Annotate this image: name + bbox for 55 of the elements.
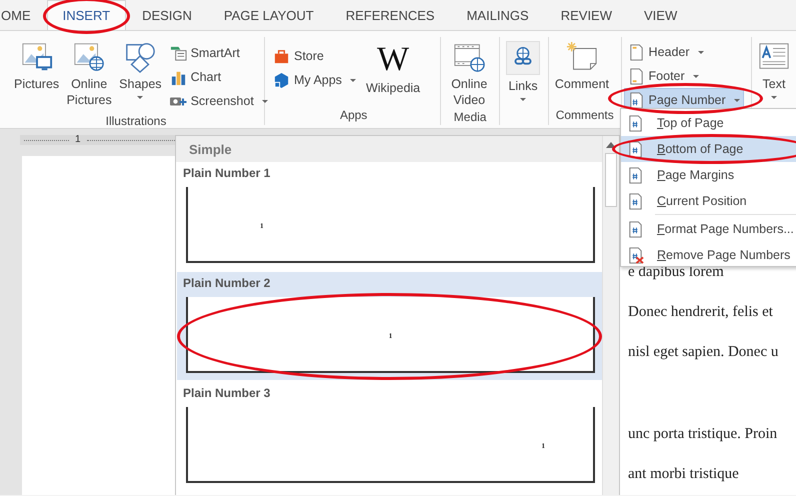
document-text: ant morbi tristique: [628, 465, 740, 484]
chart-button[interactable]: Chart: [166, 65, 272, 89]
shapes-icon: [124, 41, 156, 73]
picture-monitor-icon: [20, 41, 53, 73]
ribbon-tab[interactable]: VIEW: [628, 0, 694, 30]
menu-item[interactable]: Page Margins: [621, 162, 796, 188]
page-icon: [628, 68, 645, 84]
links-button[interactable]: Links: [502, 40, 544, 102]
globe-link-icon: [506, 41, 540, 75]
document-text: nisl eget sapien. Donec u: [628, 343, 780, 362]
wikipedia-button[interactable]: W Wikipedia: [362, 40, 424, 97]
pictures-button[interactable]: Pictures: [10, 40, 64, 93]
menu-item[interactable]: Format Page Numbers...: [621, 216, 796, 242]
menu-item[interactable]: Top of Page: [621, 110, 796, 136]
ribbon-command[interactable]: Footer: [624, 64, 703, 88]
ribbon-tab[interactable]: REFERENCES: [330, 0, 451, 30]
document-text: Donec hendrerit, felis et: [628, 303, 774, 322]
ribbon-command[interactable]: Header: [624, 40, 708, 64]
page-number-icon: [627, 140, 644, 158]
picture-globe-icon: [73, 41, 106, 73]
ruler-number: 1: [75, 135, 81, 145]
ribbon-tab[interactable]: OME: [0, 0, 47, 30]
group-label: Illustrations: [104, 113, 168, 130]
document-text: unc porta tristique. Proin: [628, 425, 778, 444]
online-pictures-button[interactable]: Online Pictures: [63, 40, 116, 109]
ribbon-tab[interactable]: MAILINGS: [450, 0, 545, 30]
menu-item[interactable]: Current Position: [621, 188, 796, 214]
ribbon-tab[interactable]: INSERT: [46, 0, 126, 30]
scroll-thumb[interactable]: [605, 153, 617, 207]
smartart-button[interactable]: SmartArt: [166, 41, 272, 65]
gallery-section-header: Simple: [176, 136, 602, 162]
shopping-bag-icon: [273, 48, 290, 64]
page-number-icon: [627, 114, 644, 132]
screenshot-button[interactable]: Screenshot: [166, 89, 272, 113]
group-label: Apps: [338, 107, 368, 124]
scroll-up-icon[interactable]: [606, 142, 616, 148]
page-icon: [628, 44, 645, 60]
cube-icon: [273, 72, 290, 88]
store-button[interactable]: Store: [269, 44, 360, 68]
group-label: Comments: [554, 107, 615, 124]
online-video-button[interactable]: Online Video: [443, 40, 496, 109]
scrollbar[interactable]: [602, 136, 619, 495]
ribbon-tab[interactable]: REVIEW: [544, 0, 628, 30]
page-number-icon: [627, 166, 644, 184]
group-label: Media: [452, 109, 488, 126]
shapes-button[interactable]: Shapes: [115, 40, 166, 100]
ribbon-tab[interactable]: PAGE LAYOUT: [208, 0, 330, 30]
ribbon-tab[interactable]: DESIGN: [126, 0, 208, 30]
text-box-button[interactable]: Text: [754, 40, 794, 100]
page-number-icon: [627, 192, 644, 210]
page-number-icon: [627, 246, 644, 264]
comment-button[interactable]: Comment: [550, 40, 614, 93]
page-number-icon: [627, 220, 644, 238]
my-apps-button[interactable]: My Apps: [269, 68, 360, 92]
smartart-icon: [170, 44, 187, 62]
